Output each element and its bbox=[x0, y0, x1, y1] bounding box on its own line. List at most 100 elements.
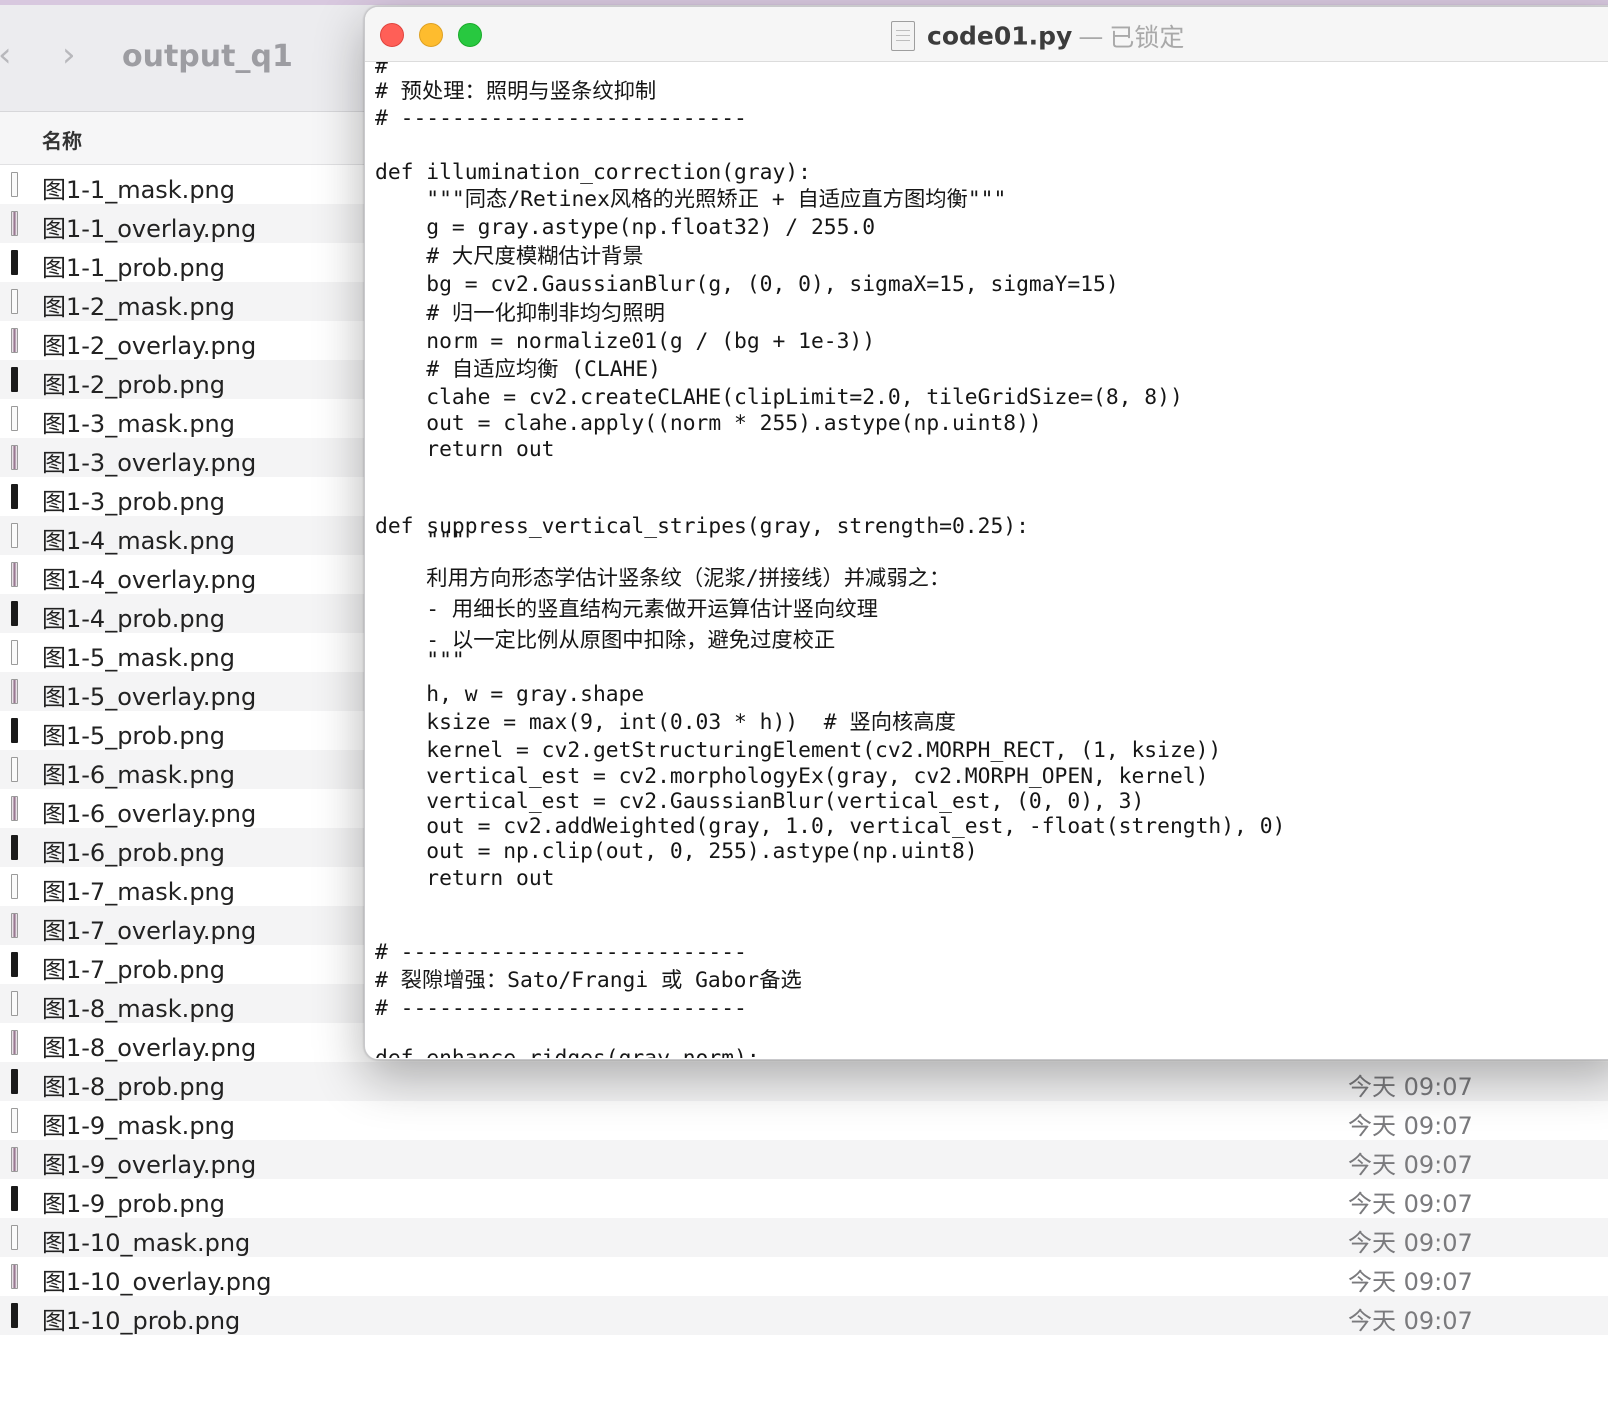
minimize-button[interactable] bbox=[419, 23, 443, 47]
file-name: 图1-1_prob.png bbox=[42, 254, 225, 282]
file-row[interactable]: 图1-10_prob.png 今天 09:07 bbox=[0, 1296, 1608, 1335]
file-date: 今天 09:07 bbox=[1348, 1073, 1473, 1101]
png-file-icon bbox=[11, 1186, 18, 1211]
code-line: ksize = max(9, int(0.03 * h)) # 竖向核高度 bbox=[375, 710, 956, 735]
code-line: norm = normalize01(g / (bg + 1e-3)) bbox=[375, 329, 876, 354]
file-name: 图1-4_mask.png bbox=[42, 527, 235, 555]
png-file-icon bbox=[11, 289, 18, 314]
code-line: # 裂隙增强：Sato/Frangi 或 Gabor备选 bbox=[375, 968, 802, 993]
file-name: 图1-9_prob.png bbox=[42, 1190, 225, 1218]
file-name: 图1-5_prob.png bbox=[42, 722, 225, 750]
code-line: """ bbox=[375, 648, 465, 673]
code-line: out = clahe.apply((norm * 255).astype(np… bbox=[375, 411, 1042, 436]
file-name: 图1-9_overlay.png bbox=[42, 1151, 257, 1179]
file-name: 图1-5_mask.png bbox=[42, 644, 235, 672]
png-file-icon bbox=[11, 445, 18, 470]
png-file-icon bbox=[11, 1069, 18, 1094]
file-name: code01.py bbox=[927, 21, 1073, 51]
code-line: kernel = cv2.getStructuringElement(cv2.M… bbox=[375, 738, 1222, 763]
code-line: 利用方向形态学估计竖条纹（泥浆/拼接线）并减弱之： bbox=[375, 566, 951, 591]
file-date: 今天 09:07 bbox=[1348, 1307, 1473, 1335]
png-file-icon bbox=[11, 991, 18, 1016]
code-line: vertical_est = cv2.morphologyEx(gray, cv… bbox=[375, 764, 1209, 789]
png-file-icon bbox=[11, 211, 18, 236]
lock-status[interactable]: 已锁定 bbox=[1109, 23, 1184, 52]
png-file-icon bbox=[11, 640, 18, 665]
png-file-icon bbox=[11, 1264, 18, 1289]
file-date: 今天 09:07 bbox=[1348, 1151, 1473, 1179]
file-name: 图1-3_prob.png bbox=[42, 488, 225, 516]
png-file-icon bbox=[11, 601, 18, 626]
file-name: 图1-7_overlay.png bbox=[42, 917, 257, 945]
file-name: 图1-8_mask.png bbox=[42, 995, 235, 1023]
png-file-icon bbox=[11, 406, 18, 431]
file-date: 今天 09:07 bbox=[1348, 1229, 1473, 1257]
png-file-icon bbox=[11, 835, 18, 860]
file-row[interactable]: 图1-9_overlay.png 今天 09:07 bbox=[0, 1140, 1608, 1179]
file-name: 图1-4_overlay.png bbox=[42, 566, 257, 594]
file-name: 图1-2_mask.png bbox=[42, 293, 235, 321]
back-chevron-icon[interactable]: ‹ bbox=[0, 35, 12, 75]
forward-chevron-icon[interactable]: › bbox=[62, 35, 76, 75]
file-name: 图1-5_overlay.png bbox=[42, 683, 257, 711]
code-line: out = cv2.addWeighted(gray, 1.0, vertica… bbox=[375, 814, 1286, 839]
code-line: # --------------------------- bbox=[375, 996, 747, 1021]
file-name: 图1-8_prob.png bbox=[42, 1073, 225, 1101]
png-file-icon bbox=[11, 523, 18, 548]
maximize-button[interactable] bbox=[458, 23, 482, 47]
file-name: 图1-3_mask.png bbox=[42, 410, 235, 438]
file-row[interactable]: 图1-9_mask.png 今天 09:07 bbox=[0, 1101, 1608, 1140]
file-name: 图1-6_overlay.png bbox=[42, 800, 257, 828]
column-header-name[interactable]: 名称 bbox=[42, 125, 82, 154]
png-file-icon bbox=[11, 718, 18, 743]
code-line: # --------------------------- bbox=[375, 106, 747, 131]
png-file-icon bbox=[11, 1225, 18, 1250]
close-button[interactable] bbox=[380, 23, 404, 47]
file-name: 图1-2_overlay.png bbox=[42, 332, 257, 360]
code-line: return out bbox=[375, 437, 555, 462]
code-line: # 归一化抑制非均匀照明 bbox=[375, 301, 665, 326]
code-line: def suppress_vertical_stripes(gray, stre… bbox=[375, 514, 1029, 539]
code-line: """ bbox=[375, 528, 465, 553]
code-line: vertical_est = cv2.GaussianBlur(vertical… bbox=[375, 789, 1145, 814]
png-file-icon bbox=[11, 1303, 18, 1328]
png-file-icon bbox=[11, 679, 18, 704]
png-file-icon bbox=[11, 1030, 18, 1055]
code-editor[interactable]: # # 预处理：照明与竖条纹抑制 # -----------------------… bbox=[365, 62, 1608, 1058]
file-date: 今天 09:07 bbox=[1348, 1268, 1473, 1296]
png-file-icon bbox=[11, 1108, 18, 1133]
file-name: 图1-6_prob.png bbox=[42, 839, 225, 867]
file-name: 图1-8_overlay.png bbox=[42, 1034, 257, 1062]
code-line: g = gray.astype(np.float32) / 255.0 bbox=[375, 215, 876, 240]
code-line: # bbox=[375, 62, 388, 79]
file-name: 图1-10_overlay.png bbox=[42, 1268, 272, 1296]
file-name: 图1-1_mask.png bbox=[42, 176, 235, 204]
png-file-icon bbox=[11, 952, 18, 977]
editor-titlebar: code01.py — 已锁定 bbox=[365, 7, 1608, 62]
file-row[interactable]: 图1-10_overlay.png 今天 09:07 bbox=[0, 1257, 1608, 1296]
png-file-icon bbox=[11, 328, 18, 353]
png-file-icon bbox=[11, 796, 18, 821]
file-row[interactable]: 图1-9_prob.png 今天 09:07 bbox=[0, 1179, 1608, 1218]
file-name: 图1-10_mask.png bbox=[42, 1229, 251, 1257]
folder-title: output_q1 bbox=[122, 39, 293, 74]
file-name: 图1-2_prob.png bbox=[42, 371, 225, 399]
code-line: """同态/Retinex风格的光照矫正 + 自适应直方图均衡""" bbox=[375, 187, 1007, 212]
png-file-icon bbox=[11, 367, 18, 392]
code-line: return out bbox=[375, 866, 555, 891]
png-file-icon bbox=[11, 757, 18, 782]
code-line: - 用细长的竖直结构元素做开运算估计竖向纹理 bbox=[375, 597, 878, 622]
file-row[interactable]: 图1-10_mask.png 今天 09:07 bbox=[0, 1218, 1608, 1257]
text-editor-window: code01.py — 已锁定 # # 预处理：照明与竖条纹抑制 # ---------… bbox=[364, 6, 1608, 1060]
code-line: # --------------------------- bbox=[375, 940, 747, 965]
file-name: 图1-3_overlay.png bbox=[42, 449, 257, 477]
code-line: def enhance_ridges(gray_norm): bbox=[375, 1046, 760, 1058]
code-line: bg = cv2.GaussianBlur(g, (0, 0), sigmaX=… bbox=[375, 272, 1119, 297]
document-icon bbox=[891, 21, 915, 51]
png-file-icon bbox=[11, 484, 18, 509]
file-name: 图1-1_overlay.png bbox=[42, 215, 257, 243]
file-row[interactable]: 图1-8_prob.png 今天 09:07 bbox=[0, 1062, 1608, 1101]
png-file-icon bbox=[11, 172, 18, 197]
file-name: 图1-9_mask.png bbox=[42, 1112, 235, 1140]
title-separator: — bbox=[1078, 21, 1104, 51]
